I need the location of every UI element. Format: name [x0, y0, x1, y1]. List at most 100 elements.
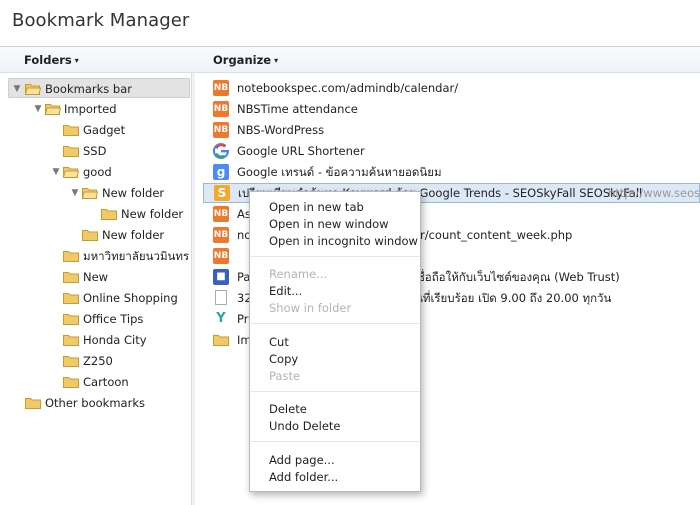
folder-icon: [63, 272, 79, 283]
menu-rename: Rename...: [269, 267, 328, 281]
toolbar: Folders ▾ Organize ▾: [0, 46, 700, 73]
expand-triangle-icon[interactable]: ▼: [12, 79, 22, 99]
folder-icon: [213, 335, 229, 346]
google-plus-favicon-icon: g: [213, 164, 229, 180]
page-icon: [215, 290, 227, 305]
folder-icon: [82, 230, 98, 241]
tree-item-new-folder-2[interactable]: New folder: [0, 225, 190, 245]
y-favicon-icon: Y: [213, 311, 229, 327]
bookmark-title: NBS-WordPress: [237, 123, 325, 137]
tree-item-good[interactable]: ▼ good: [0, 162, 190, 182]
bookmark-row[interactable]: NB notebookspec.com/admindb/calendar/: [203, 78, 700, 98]
folders-menu-button[interactable]: Folders ▾: [24, 53, 79, 67]
tree-item-label: Cartoon: [83, 375, 129, 389]
folders-menu-label: Folders: [24, 53, 72, 67]
nb-favicon-icon: NB: [213, 122, 229, 138]
folder-open-icon: [82, 188, 98, 199]
tree-item-label: Z250: [83, 354, 113, 368]
tree-item-new[interactable]: New: [0, 267, 190, 287]
menu-add-page[interactable]: Add page...: [269, 453, 335, 467]
tree-item-honda-city[interactable]: Honda City: [0, 330, 190, 350]
tree-item-label: Imported: [64, 102, 117, 116]
bookmark-row[interactable]: g Google เทรนด์ - ข้อความค้นหายอดนิยม: [203, 162, 700, 182]
seoskyfall-favicon-icon: S: [214, 185, 230, 201]
bookmark-url: http://www.seosky: [608, 186, 700, 200]
folder-icon: [63, 356, 79, 367]
bookmark-title: notebookspec.com/admindb/calendar/: [237, 81, 459, 95]
tree-item-label: New: [83, 270, 109, 284]
menu-delete[interactable]: Delete: [269, 402, 307, 416]
tree-item-label: SSD: [83, 144, 107, 158]
menu-copy[interactable]: Copy: [269, 352, 298, 366]
tree-item-new-folder[interactable]: ▼ New folder: [0, 183, 190, 203]
menu-cut[interactable]: Cut: [269, 335, 289, 349]
tree-item-label: New folder: [121, 207, 184, 221]
tree-item-ssd[interactable]: SSD: [0, 141, 190, 161]
menu-undo-delete[interactable]: Undo Delete: [269, 419, 340, 433]
menu-paste: Paste: [269, 369, 301, 383]
tree-item-label: Other bookmarks: [45, 396, 145, 410]
tree-item-online-shopping[interactable]: Online Shopping: [0, 288, 190, 308]
bookmark-title: NBSTime attendance: [237, 102, 358, 116]
folder-tree: ▼ Bookmarks bar ▼ Imported Gadget SSD ▼ …: [0, 73, 192, 505]
folder-icon: [25, 398, 41, 409]
menu-separator: [251, 441, 420, 442]
menu-open-new-tab[interactable]: Open in new tab: [269, 200, 364, 214]
chevron-down-icon: ▾: [74, 56, 79, 65]
menu-open-incognito[interactable]: Open in incognito window: [269, 234, 418, 248]
tree-item-university[interactable]: มหาวิทยาลัยนวมินทราธิ: [0, 246, 190, 266]
tree-item-label: มหาวิทยาลัยนวมินทราธิ: [83, 249, 190, 263]
organize-menu-label: Organize: [213, 53, 272, 67]
expand-triangle-icon[interactable]: ▼: [51, 162, 61, 182]
tree-item-label: New folder: [102, 186, 165, 200]
nb-favicon-icon: NB: [213, 248, 229, 264]
menu-separator: [251, 256, 420, 257]
folder-icon: [63, 377, 79, 388]
google-favicon-icon: [213, 143, 229, 159]
tree-item-label: Office Tips: [83, 312, 144, 326]
bookmark-row[interactable]: NB NBSTime attendance: [203, 99, 700, 119]
tree-item-new-folder-nested[interactable]: New folder: [0, 204, 190, 224]
folder-icon: [63, 293, 79, 304]
blue-square-favicon-icon: ■: [213, 269, 229, 285]
tree-item-z250[interactable]: Z250: [0, 351, 190, 371]
menu-separator: [251, 323, 420, 324]
bookmark-title-tail: r/count_content_week.php: [420, 228, 573, 242]
menu-edit[interactable]: Edit...: [269, 284, 302, 298]
menu-open-new-window[interactable]: Open in new window: [269, 217, 389, 231]
nb-favicon-icon: NB: [213, 227, 229, 243]
context-menu: Open in new tab Open in new window Open …: [249, 191, 421, 492]
app-title: Bookmark Manager: [12, 10, 190, 31]
folder-icon: [63, 125, 79, 136]
tree-item-label: good: [83, 165, 112, 179]
nb-favicon-icon: NB: [213, 206, 229, 222]
expand-triangle-icon[interactable]: ▼: [33, 99, 43, 119]
tree-item-imported[interactable]: ▼ Imported: [0, 99, 190, 119]
folder-open-icon: [45, 104, 61, 115]
tree-item-label: Honda City: [83, 333, 147, 347]
tree-item-office-tips[interactable]: Office Tips: [0, 309, 190, 329]
expand-triangle-icon[interactable]: ▼: [70, 183, 80, 203]
tree-item-label: New folder: [102, 228, 165, 242]
nb-favicon-icon: NB: [213, 101, 229, 117]
tree-item-label: Bookmarks bar: [45, 82, 132, 96]
bookmark-row[interactable]: Google URL Shortener: [203, 141, 700, 161]
tree-item-other-bookmarks[interactable]: Other bookmarks: [0, 393, 190, 413]
tree-item-bookmarks-bar[interactable]: ▼ Bookmarks bar: [8, 78, 190, 98]
tree-item-label: Online Shopping: [83, 291, 178, 305]
folder-icon: [63, 335, 79, 346]
folder-icon: [101, 209, 117, 220]
menu-add-folder[interactable]: Add folder...: [269, 470, 338, 484]
bookmark-title-tail: ชื่อถือให้กับเว็บไซต์ของคุณ (Web Trust): [417, 270, 620, 284]
organize-menu-button[interactable]: Organize ▾: [213, 53, 278, 67]
bookmark-title: Google URL Shortener: [237, 144, 365, 158]
tree-item-gadget[interactable]: Gadget: [0, 120, 190, 140]
bookmark-row[interactable]: NB NBS-WordPress: [203, 120, 700, 140]
folder-icon: [63, 251, 79, 262]
tree-item-label: Gadget: [83, 123, 126, 137]
bookmark-title: Google เทรนด์ - ข้อความค้นหายอดนิยม: [237, 165, 442, 179]
tree-item-cartoon[interactable]: Cartoon: [0, 372, 190, 392]
folder-open-icon: [63, 167, 79, 178]
bookmark-title-tail: นที่เรียบร้อย เปิด 9.00 ถึง 20.00 ทุกวัน: [415, 291, 612, 305]
menu-show-in-folder: Show in folder: [269, 301, 352, 315]
